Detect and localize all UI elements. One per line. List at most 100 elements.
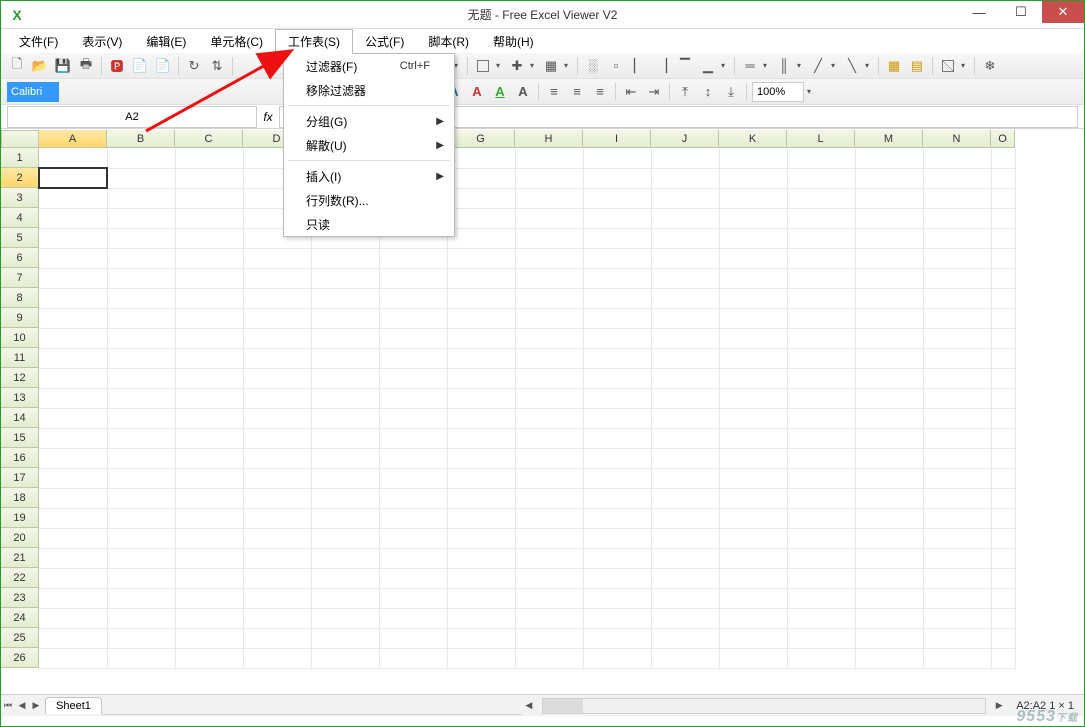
cell[interactable] xyxy=(379,488,447,508)
cell[interactable] xyxy=(379,408,447,428)
cell[interactable] xyxy=(107,528,175,548)
cell[interactable] xyxy=(311,248,379,268)
cell[interactable] xyxy=(991,568,1015,588)
cell[interactable] xyxy=(515,368,583,388)
cell[interactable] xyxy=(651,368,719,388)
cell[interactable] xyxy=(855,368,923,388)
cell[interactable] xyxy=(651,388,719,408)
cell[interactable] xyxy=(651,428,719,448)
cell[interactable] xyxy=(311,268,379,288)
cell[interactable] xyxy=(583,368,651,388)
cell[interactable] xyxy=(923,448,991,468)
cell[interactable] xyxy=(39,448,107,468)
cell[interactable] xyxy=(175,228,243,248)
cell[interactable] xyxy=(39,308,107,328)
cell[interactable] xyxy=(583,648,651,668)
cell[interactable] xyxy=(447,528,515,548)
cell[interactable] xyxy=(39,548,107,568)
cell[interactable] xyxy=(991,288,1015,308)
cell[interactable] xyxy=(447,608,515,628)
font-name-select[interactable]: Calibri xyxy=(7,82,59,102)
cell[interactable] xyxy=(583,468,651,488)
cell[interactable] xyxy=(39,468,107,488)
cell[interactable] xyxy=(175,488,243,508)
minimize-button[interactable]: — xyxy=(958,1,1000,23)
cell[interactable] xyxy=(39,588,107,608)
indent-inc-icon[interactable]: ⇥ xyxy=(644,82,664,102)
cell[interactable] xyxy=(651,648,719,668)
cell[interactable] xyxy=(583,448,651,468)
cell[interactable] xyxy=(923,568,991,588)
menu-item-只读[interactable]: 只读 xyxy=(284,212,454,236)
cell[interactable] xyxy=(447,568,515,588)
cell[interactable] xyxy=(583,528,651,548)
cell[interactable] xyxy=(991,588,1015,608)
cell[interactable] xyxy=(379,448,447,468)
cell[interactable] xyxy=(651,208,719,228)
cell[interactable] xyxy=(175,428,243,448)
cell[interactable] xyxy=(39,528,107,548)
cell[interactable] xyxy=(107,308,175,328)
border-h-icon[interactable]: ═ xyxy=(740,56,760,76)
column-header[interactable]: G xyxy=(447,130,515,148)
row-header[interactable]: 22 xyxy=(1,568,39,588)
cell[interactable] xyxy=(719,628,787,648)
cell[interactable] xyxy=(311,348,379,368)
cell[interactable] xyxy=(651,268,719,288)
cell[interactable] xyxy=(991,608,1015,628)
cell[interactable] xyxy=(447,628,515,648)
cell[interactable] xyxy=(447,348,515,368)
dropdown-tick-icon[interactable]: ▾ xyxy=(530,61,538,70)
cell[interactable] xyxy=(379,248,447,268)
cell[interactable] xyxy=(719,308,787,328)
cell[interactable] xyxy=(175,508,243,528)
cell[interactable] xyxy=(175,288,243,308)
cell[interactable] xyxy=(651,188,719,208)
cell[interactable] xyxy=(855,608,923,628)
cell[interactable] xyxy=(719,548,787,568)
cell[interactable] xyxy=(243,548,311,568)
cell[interactable] xyxy=(855,488,923,508)
cell[interactable] xyxy=(719,368,787,388)
cell[interactable] xyxy=(311,428,379,448)
dropdown-tick-icon[interactable]: ▾ xyxy=(763,61,771,70)
cell[interactable] xyxy=(923,188,991,208)
cell[interactable] xyxy=(855,308,923,328)
print-icon[interactable]: 🖶 xyxy=(76,56,96,76)
cell[interactable] xyxy=(39,228,107,248)
cell[interactable] xyxy=(787,628,855,648)
dropdown-tick-icon[interactable]: ▾ xyxy=(831,61,839,70)
cell[interactable] xyxy=(855,268,923,288)
cell[interactable] xyxy=(583,628,651,648)
cell[interactable] xyxy=(379,308,447,328)
column-header[interactable]: K xyxy=(719,130,787,148)
cell[interactable] xyxy=(991,208,1015,228)
cell[interactable] xyxy=(651,308,719,328)
cell[interactable] xyxy=(243,268,311,288)
cell[interactable] xyxy=(311,528,379,548)
cell[interactable] xyxy=(719,428,787,448)
row-header[interactable]: 5 xyxy=(1,228,39,248)
cell[interactable] xyxy=(991,548,1015,568)
cell[interactable] xyxy=(243,508,311,528)
cell[interactable] xyxy=(107,328,175,348)
cell[interactable] xyxy=(787,348,855,368)
hscroll-right-icon[interactable]: ▶ xyxy=(992,697,1006,715)
cell[interactable] xyxy=(515,508,583,528)
cell[interactable] xyxy=(923,348,991,368)
cell[interactable] xyxy=(855,328,923,348)
border-cross-icon[interactable]: ✚ xyxy=(507,56,527,76)
cell[interactable] xyxy=(107,628,175,648)
cell[interactable] xyxy=(107,428,175,448)
sort-icon[interactable]: ⇅ xyxy=(207,56,227,76)
cell[interactable] xyxy=(107,608,175,628)
cell[interactable] xyxy=(991,248,1015,268)
tab-nav-first-icon[interactable]: ⏮ xyxy=(1,697,15,715)
cell[interactable] xyxy=(107,648,175,668)
cell[interactable] xyxy=(719,648,787,668)
cell[interactable] xyxy=(447,168,515,188)
cell[interactable] xyxy=(651,448,719,468)
cell[interactable] xyxy=(39,368,107,388)
cell[interactable] xyxy=(651,528,719,548)
cell[interactable] xyxy=(651,168,719,188)
